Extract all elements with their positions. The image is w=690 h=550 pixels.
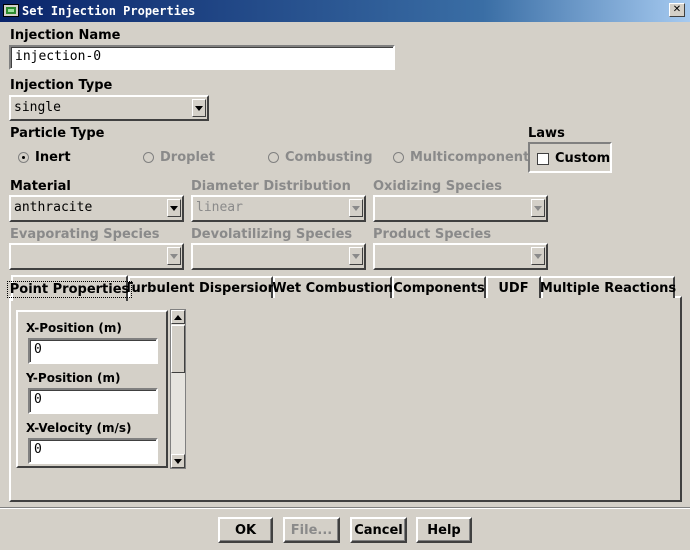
help-button[interactable]: Help <box>416 517 472 543</box>
radio-droplet-label: Droplet <box>160 150 215 165</box>
material-value: anthracite <box>14 200 93 215</box>
chevron-down-icon <box>352 205 360 211</box>
injection-name-input[interactable]: injection-0 <box>9 45 395 70</box>
oxidizing-species-select[interactable] <box>373 195 548 222</box>
tab-udf-label: UDF <box>498 280 529 296</box>
scroll-thumb[interactable] <box>171 325 185 373</box>
diameter-distribution-value: linear <box>196 200 243 215</box>
chevron-down-icon <box>534 205 542 211</box>
chevron-down-icon <box>352 253 360 259</box>
chevron-down-icon <box>170 205 178 211</box>
chevron-down-icon <box>195 105 203 111</box>
checkbox-icon <box>537 152 549 165</box>
tab-wet-combustion[interactable]: Wet Combustion <box>272 276 393 298</box>
x-velocity-input[interactable]: 0 <box>28 438 158 464</box>
dropdown-arrow-button[interactable] <box>349 247 363 265</box>
tab-point-properties-label: Point Properties <box>6 280 133 298</box>
product-species-select[interactable] <box>373 243 548 270</box>
x-velocity-label: X-Velocity (m/s) <box>26 421 132 435</box>
radio-selected-icon <box>18 152 29 163</box>
radio-combusting-label: Combusting <box>285 150 373 165</box>
injection-name-label: Injection Name <box>10 28 121 43</box>
material-select[interactable]: anthracite <box>9 195 184 222</box>
point-properties-list: X-Position (m) 0 Y-Position (m) 0 X-Velo… <box>16 310 168 468</box>
chevron-up-icon <box>174 314 182 320</box>
window-title: Set Injection Properties <box>22 4 196 18</box>
dropdown-arrow-button[interactable] <box>167 199 181 217</box>
tab-wet-combustion-label: Wet Combustion <box>272 280 393 296</box>
radio-icon <box>393 152 404 163</box>
tab-components-label: Components <box>393 280 485 296</box>
diameter-distribution-label: Diameter Distribution <box>191 179 351 194</box>
evaporating-species-label: Evaporating Species <box>10 227 160 242</box>
laws-group: Custom <box>528 142 612 173</box>
injection-type-value: single <box>14 100 61 115</box>
tab-multiple-reactions-label: Multiple Reactions <box>539 280 677 296</box>
scroll-down-button[interactable] <box>171 454 185 468</box>
app-icon <box>3 4 19 17</box>
tab-turbulent-dispersion[interactable]: Turbulent Dispersion <box>124 276 277 298</box>
cancel-button[interactable]: Cancel <box>350 517 407 543</box>
file-button[interactable]: File... <box>283 517 340 543</box>
scroll-up-button[interactable] <box>171 310 185 324</box>
dropdown-arrow-button[interactable] <box>531 199 545 217</box>
close-button[interactable]: ✕ <box>669 3 685 17</box>
radio-icon <box>143 152 154 163</box>
tab-point-properties[interactable]: Point Properties <box>6 275 133 301</box>
ok-button[interactable]: OK <box>218 517 273 543</box>
injection-type-label: Injection Type <box>10 78 113 93</box>
tab-multiple-reactions[interactable]: Multiple Reactions <box>539 276 677 298</box>
chevron-down-icon <box>170 253 178 259</box>
radio-combusting[interactable]: Combusting <box>268 150 373 165</box>
close-icon: ✕ <box>672 4 682 15</box>
dropdown-arrow-button[interactable] <box>531 247 545 265</box>
y-position-label: Y-Position (m) <box>26 371 121 385</box>
devolatilizing-species-select[interactable] <box>191 243 366 270</box>
radio-inert[interactable]: Inert <box>18 150 71 165</box>
radio-inert-label: Inert <box>35 150 71 165</box>
tab-turbulent-dispersion-label: Turbulent Dispersion <box>124 280 277 296</box>
tab-components[interactable]: Components <box>392 276 486 298</box>
radio-multicomponent-label: Multicomponent <box>410 150 530 165</box>
dropdown-arrow-button[interactable] <box>192 99 206 117</box>
oxidizing-species-label: Oxidizing Species <box>373 179 502 194</box>
chevron-down-icon <box>534 253 542 259</box>
devolatilizing-species-label: Devolatilizing Species <box>191 227 353 242</box>
product-species-label: Product Species <box>373 227 492 242</box>
vertical-scrollbar[interactable] <box>170 309 186 469</box>
tab-udf[interactable]: UDF <box>486 276 541 298</box>
evaporating-species-select[interactable] <box>9 243 184 270</box>
chevron-down-icon <box>174 458 182 464</box>
title-bar[interactable]: Set Injection Properties ✕ <box>0 0 690 22</box>
dropdown-arrow-button[interactable] <box>167 247 181 265</box>
x-position-label: X-Position (m) <box>26 321 122 335</box>
particle-type-label: Particle Type <box>10 126 105 141</box>
material-label: Material <box>10 179 71 194</box>
x-position-input[interactable]: 0 <box>28 338 158 364</box>
bottom-separator <box>0 507 690 509</box>
custom-checkbox-label: Custom <box>555 151 611 166</box>
diameter-distribution-select[interactable]: linear <box>191 195 366 222</box>
radio-icon <box>268 152 279 163</box>
radio-multicomponent[interactable]: Multicomponent <box>393 150 529 165</box>
y-position-input[interactable]: 0 <box>28 388 158 414</box>
custom-checkbox[interactable]: Custom <box>537 151 610 166</box>
laws-label: Laws <box>528 126 565 141</box>
dropdown-arrow-button[interactable] <box>349 199 363 217</box>
injection-type-select[interactable]: single <box>9 95 209 121</box>
radio-droplet[interactable]: Droplet <box>143 150 215 165</box>
